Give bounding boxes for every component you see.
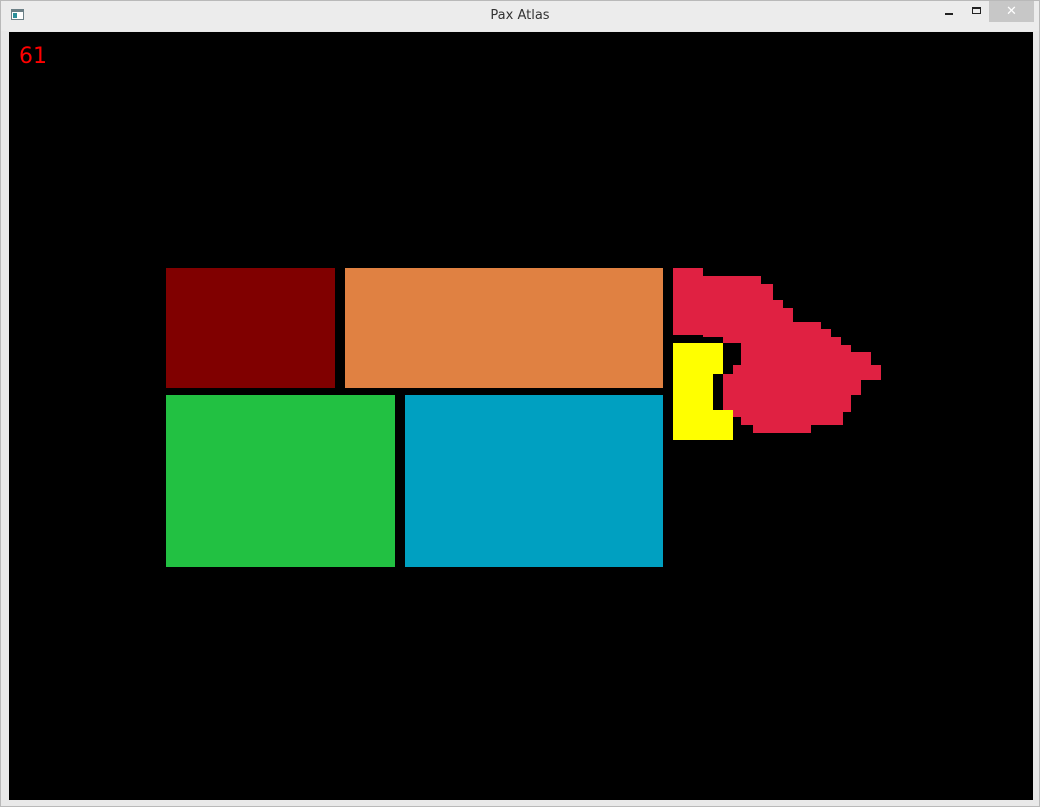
maximize-button[interactable]	[963, 1, 989, 22]
pixel-sprite-layer	[673, 268, 881, 440]
app-window: Pax Atlas ✕ 61	[0, 0, 1040, 807]
maximize-icon	[972, 7, 981, 14]
window-title: Pax Atlas	[490, 8, 550, 23]
title-bar[interactable]: Pax Atlas ✕	[1, 1, 1039, 31]
minimize-icon	[945, 13, 953, 15]
close-icon: ✕	[1006, 4, 1017, 19]
close-button[interactable]: ✕	[989, 1, 1034, 22]
game-canvas[interactable]: 61	[9, 32, 1033, 800]
minimize-button[interactable]	[937, 1, 963, 22]
